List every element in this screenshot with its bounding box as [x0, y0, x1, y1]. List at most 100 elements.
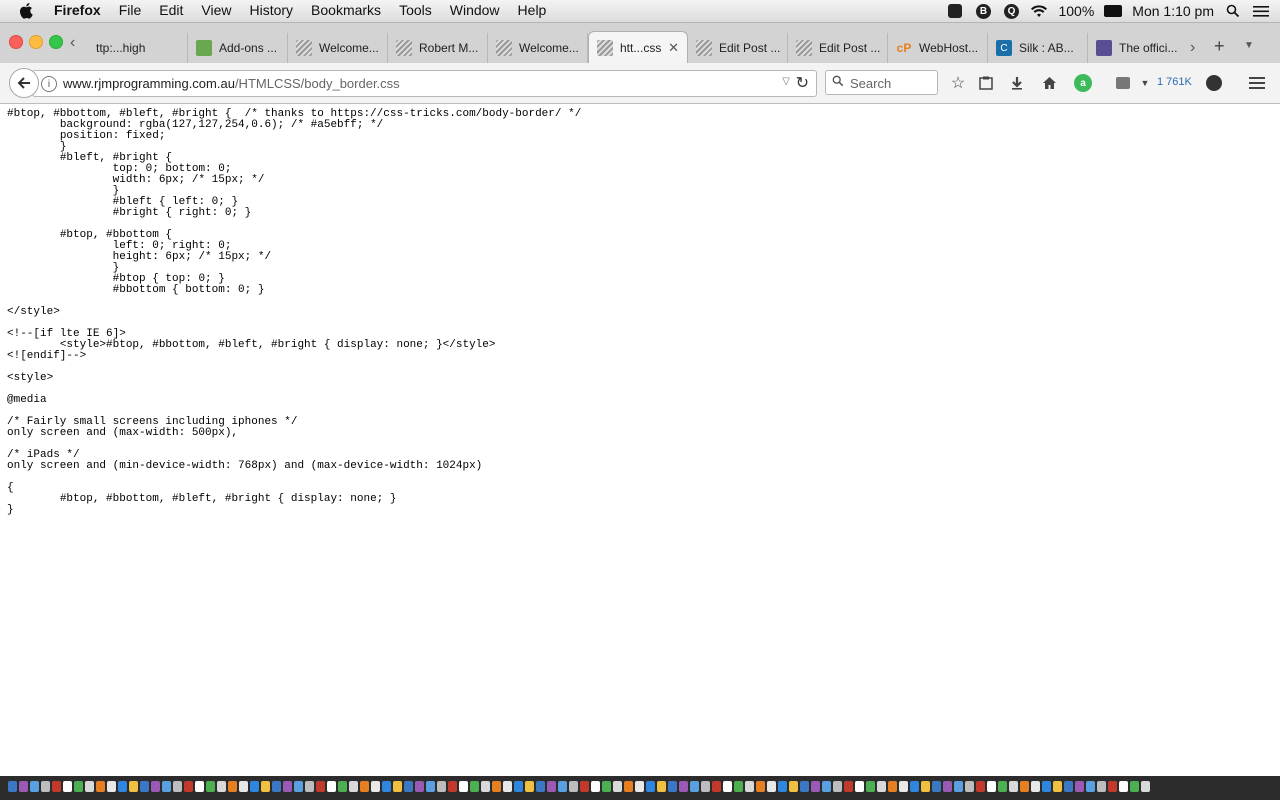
dock-app-icon[interactable] [657, 781, 666, 792]
dock-app-icon[interactable] [206, 781, 215, 792]
dock-app-icon[interactable] [668, 781, 677, 792]
dock-app-icon[interactable] [569, 781, 578, 792]
dock-app-icon[interactable] [261, 781, 270, 792]
dock-app-icon[interactable] [910, 781, 919, 792]
window-zoom-button[interactable] [49, 35, 63, 49]
dock-app-icon[interactable] [316, 781, 325, 792]
dock-app-icon[interactable] [283, 781, 292, 792]
dock-app-icon[interactable] [921, 781, 930, 792]
dock-app-icon[interactable] [195, 781, 204, 792]
dock-app-icon[interactable] [129, 781, 138, 792]
url-bar[interactable]: i www.rjmprogramming.com.au/HTMLCSS/body… [32, 70, 817, 97]
dock-app-icon[interactable] [503, 781, 512, 792]
tab[interactable]: Welcome... [488, 33, 588, 63]
q-icon[interactable]: Q [1002, 2, 1020, 20]
b-icon[interactable]: B [974, 2, 992, 20]
dock-app-icon[interactable] [624, 781, 633, 792]
dock-app-icon[interactable] [184, 781, 193, 792]
dock-app-icon[interactable] [965, 781, 974, 792]
dock-app-icon[interactable] [305, 781, 314, 792]
dock-app-icon[interactable] [1141, 781, 1150, 792]
new-tab-plus-icon[interactable]: + [1214, 36, 1225, 57]
dock-app-icon[interactable] [272, 781, 281, 792]
dock-app-icon[interactable] [1020, 781, 1029, 792]
bookmark-star-icon[interactable]: ☆ [948, 73, 968, 93]
menu-file[interactable]: File [119, 2, 142, 18]
downloads-icon[interactable] [1007, 73, 1027, 93]
tab-scroll-right-icon[interactable]: › [1190, 39, 1195, 57]
dock-app-icon[interactable] [690, 781, 699, 792]
dock-app-icon[interactable] [811, 781, 820, 792]
dock-app-icon[interactable] [448, 781, 457, 792]
spotlight-icon[interactable] [1224, 2, 1242, 20]
tab[interactable]: Add-ons ... [188, 33, 288, 63]
dock-app-icon[interactable] [987, 781, 996, 792]
dock-app-icon[interactable] [1064, 781, 1073, 792]
addon-green-icon[interactable]: a [1073, 73, 1093, 93]
dock-app-icon[interactable] [393, 781, 402, 792]
dock-app-icon[interactable] [514, 781, 523, 792]
menu-clock[interactable]: Mon 1:10 pm [1132, 3, 1214, 19]
dock-app-icon[interactable] [1075, 781, 1084, 792]
dock-app-icon[interactable] [96, 781, 105, 792]
addon-puzzle-icon[interactable] [1113, 73, 1133, 93]
tab[interactable]: Robert M... [388, 33, 488, 63]
dock-app-icon[interactable] [19, 781, 28, 792]
dock-app-icon[interactable] [745, 781, 754, 792]
dock-app-icon[interactable] [492, 781, 501, 792]
dock-app-icon[interactable] [8, 781, 17, 792]
menu-help[interactable]: Help [518, 2, 547, 18]
dock-app-icon[interactable] [954, 781, 963, 792]
dock-app-icon[interactable] [943, 781, 952, 792]
chat-icon[interactable] [1204, 73, 1224, 93]
dock-app-icon[interactable] [415, 781, 424, 792]
search-bar[interactable]: Search [825, 70, 938, 95]
dock-app-icon[interactable] [767, 781, 776, 792]
tab-scroll-left-icon[interactable]: ‹ [70, 35, 86, 51]
menu-app-firefox[interactable]: Firefox [54, 2, 101, 18]
dock-app-icon[interactable] [217, 781, 226, 792]
dock-app-icon[interactable] [1042, 781, 1051, 792]
hamburger-menu-icon[interactable] [1247, 73, 1267, 93]
dock-app-icon[interactable] [107, 781, 116, 792]
dock-app-icon[interactable] [52, 781, 61, 792]
dock-app-icon[interactable] [580, 781, 589, 792]
dock-app-icon[interactable] [536, 781, 545, 792]
window-minimize-button[interactable] [29, 35, 43, 49]
menu-edit[interactable]: Edit [159, 2, 183, 18]
dock-app-icon[interactable] [63, 781, 72, 792]
tab-close-icon[interactable]: ✕ [668, 40, 679, 56]
menu-tools[interactable]: Tools [399, 2, 432, 18]
dock-app-icon[interactable] [591, 781, 600, 792]
window-close-button[interactable] [9, 35, 23, 49]
dock-app-icon[interactable] [877, 781, 886, 792]
dock-app-icon[interactable] [162, 781, 171, 792]
dock-app-icon[interactable] [173, 781, 182, 792]
dock-app-icon[interactable] [866, 781, 875, 792]
tab[interactable]: C Silk : AB... [988, 33, 1088, 63]
dock-app-icon[interactable] [888, 781, 897, 792]
dock-app-icon[interactable] [426, 781, 435, 792]
dock-app-icon[interactable] [338, 781, 347, 792]
dock-app-icon[interactable] [998, 781, 1007, 792]
dock-app-icon[interactable] [646, 781, 655, 792]
dock-app-icon[interactable] [151, 781, 160, 792]
dock-app-icon[interactable] [85, 781, 94, 792]
dock-app-icon[interactable] [404, 781, 413, 792]
dock-app-icon[interactable] [470, 781, 479, 792]
dock-app-icon[interactable] [789, 781, 798, 792]
dock-app-icon[interactable] [1053, 781, 1062, 792]
dock-app-icon[interactable] [1130, 781, 1139, 792]
dock-app-icon[interactable] [613, 781, 622, 792]
tab[interactable]: Edit Post ... [788, 33, 888, 63]
dock-app-icon[interactable] [41, 781, 50, 792]
dock-app-icon[interactable] [822, 781, 831, 792]
dock-app-icon[interactable] [349, 781, 358, 792]
dock-app-icon[interactable] [558, 781, 567, 792]
dock-app-icon[interactable] [855, 781, 864, 792]
menu-window[interactable]: Window [450, 2, 500, 18]
home-icon[interactable] [1039, 73, 1059, 93]
back-button[interactable] [9, 68, 39, 98]
battery-icon[interactable] [1104, 2, 1123, 20]
dock-app-icon[interactable] [140, 781, 149, 792]
